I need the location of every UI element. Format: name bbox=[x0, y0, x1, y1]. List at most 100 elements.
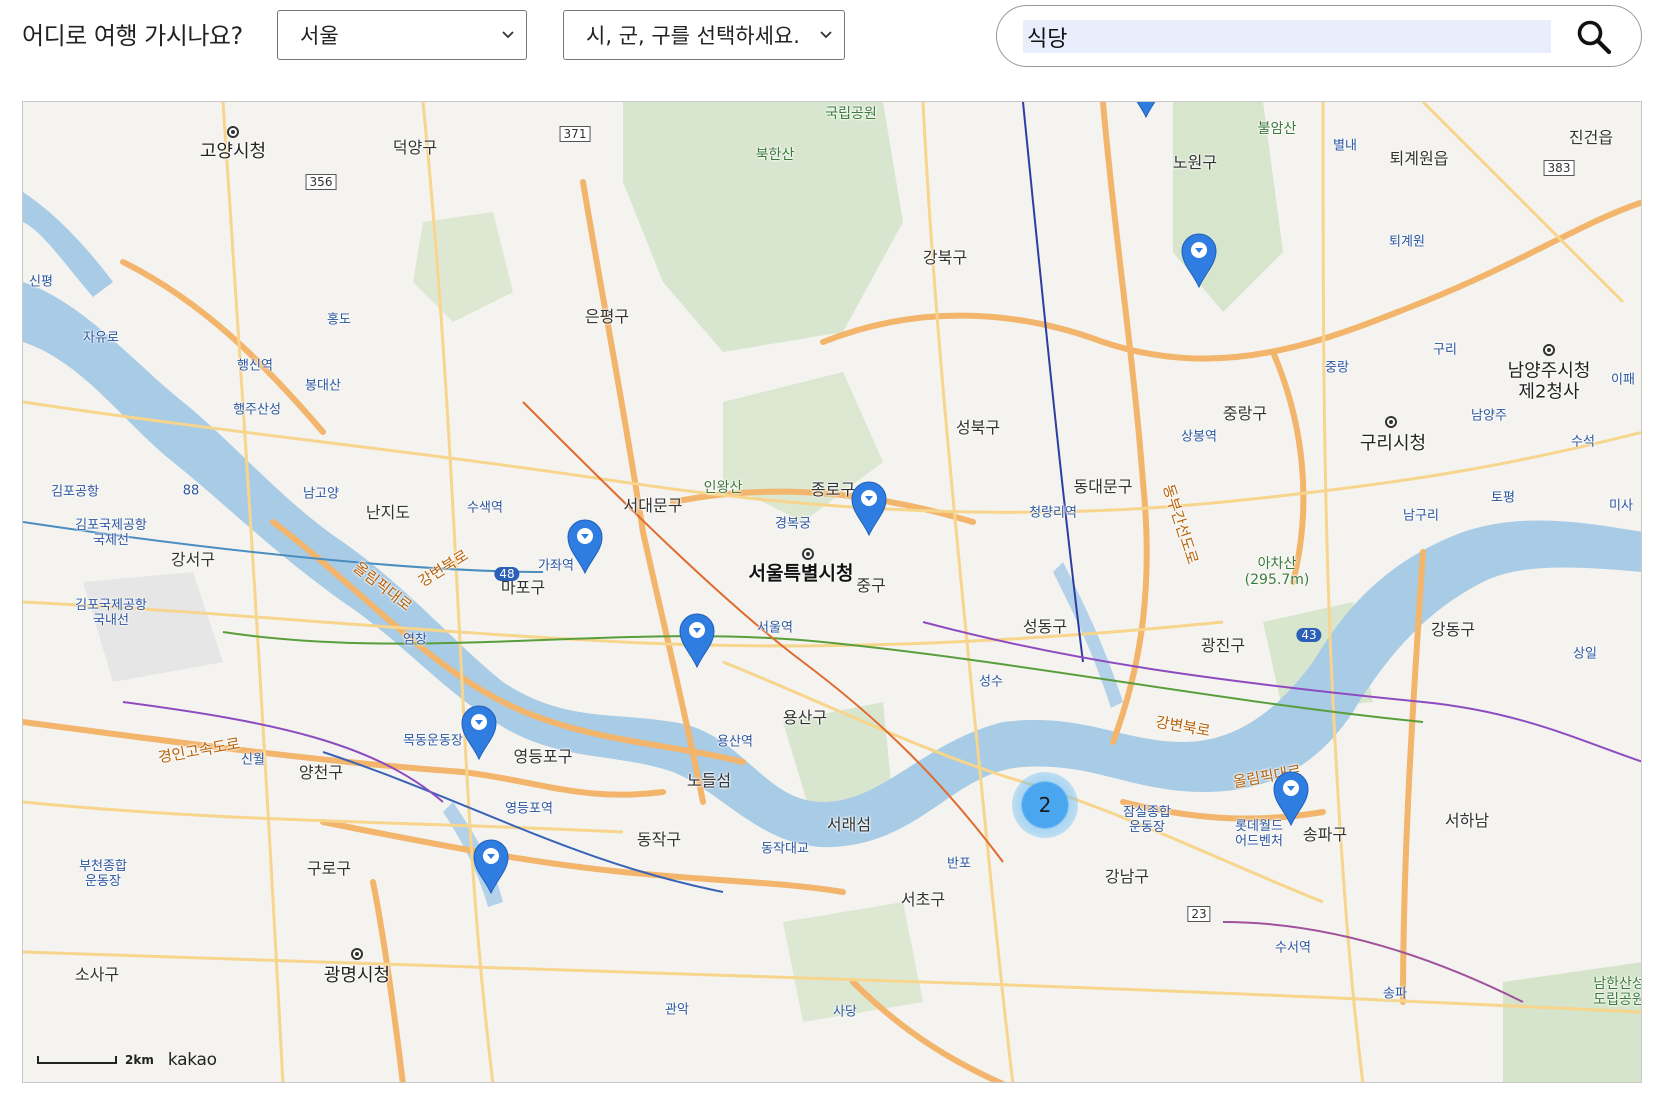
marker-cluster[interactable]: 2 bbox=[1012, 772, 1078, 838]
place-label: 서초구 bbox=[900, 890, 946, 909]
place-label: 김포국제공항 국제선 bbox=[75, 518, 147, 548]
search-input[interactable] bbox=[1023, 20, 1551, 53]
place-label: 구리 bbox=[1433, 342, 1457, 358]
place-label: 남양주 bbox=[1471, 408, 1507, 424]
district-select-value: 시, 군, 구를 선택하세요. bbox=[586, 24, 800, 48]
chevron-down-icon bbox=[820, 31, 832, 39]
cluster-count: 2 bbox=[1038, 793, 1052, 817]
place-label: 중랑구 bbox=[1222, 404, 1268, 423]
city-hall-dot bbox=[1543, 344, 1555, 356]
place-label: 진건읍 bbox=[1568, 128, 1614, 147]
route-shield: 356 bbox=[305, 174, 337, 190]
map-view[interactable]: 고양시청 덕양구 국립공원 북한산 노원구 불암산 퇴계원읍 진건읍 강북구 은… bbox=[22, 101, 1642, 1083]
place-label: 소사구 bbox=[74, 965, 120, 984]
restaurant-marker[interactable] bbox=[566, 518, 604, 574]
restaurant-marker[interactable] bbox=[1180, 232, 1218, 288]
city-hall-dot bbox=[227, 126, 239, 138]
place-label: 성동구 bbox=[1022, 617, 1068, 636]
place-label: 염창 bbox=[403, 632, 427, 648]
place-label: 광명시청 bbox=[323, 965, 391, 986]
top-bar: 어디로 여행 가시나요? 서울 시, 군, 구를 선택하세요. bbox=[0, 0, 1658, 90]
place-label: 김포국제공항 국내선 bbox=[75, 598, 147, 628]
place-label: 국립공원 bbox=[825, 106, 877, 122]
restaurant-marker[interactable] bbox=[460, 704, 498, 760]
place-label: 퇴계원 bbox=[1389, 234, 1425, 250]
place-label: 강남구 bbox=[1104, 867, 1150, 886]
place-label: 영등포구 bbox=[513, 747, 573, 766]
place-label: 퇴계원읍 bbox=[1389, 149, 1449, 168]
restaurant-marker[interactable] bbox=[678, 612, 716, 668]
scale-distance: 2km bbox=[125, 1053, 154, 1067]
city-hall-dot bbox=[351, 948, 363, 960]
destination-question: 어디로 여행 가시나요? bbox=[22, 22, 243, 50]
place-label: 관악 bbox=[665, 1002, 689, 1018]
map-scale: 2km kakao bbox=[37, 1050, 217, 1070]
place-label: 성북구 bbox=[955, 418, 1001, 437]
place-label: 행주산성 bbox=[233, 402, 281, 418]
place-label: 수서역 bbox=[1275, 940, 1311, 956]
place-label: 봉대산 bbox=[305, 378, 341, 394]
place-label: 남고양 bbox=[303, 486, 339, 502]
place-label: 신월 bbox=[241, 752, 265, 768]
place-label: 구로구 bbox=[306, 859, 352, 878]
place-label: 상봉역 bbox=[1181, 429, 1217, 445]
place-label: 잠실종합 운동장 bbox=[1123, 805, 1171, 835]
place-label: 수석 bbox=[1571, 434, 1595, 450]
place-label: 부천종합 운동장 bbox=[79, 859, 127, 889]
place-label: 강서구 bbox=[170, 550, 216, 569]
place-label: 성수 bbox=[979, 674, 1003, 690]
place-label: 덕양구 bbox=[392, 138, 438, 157]
place-label: 동작대교 bbox=[761, 841, 809, 857]
place-label: 신평 bbox=[29, 274, 53, 290]
place-label: 서래섬 bbox=[826, 815, 872, 834]
place-label: 이패 bbox=[1611, 372, 1635, 388]
chevron-down-icon bbox=[502, 31, 514, 39]
restaurant-marker[interactable] bbox=[1127, 101, 1165, 118]
place-label: 목동운동장 bbox=[403, 733, 463, 749]
place-label: 별내 bbox=[1333, 138, 1357, 154]
place-label: 서울역 bbox=[757, 620, 793, 636]
place-label: 중랑 bbox=[1325, 360, 1349, 376]
route-shield: 23 bbox=[1187, 906, 1211, 922]
place-label: 노들섬 bbox=[686, 771, 732, 790]
kakao-logo: kakao bbox=[167, 1050, 217, 1070]
place-label: 서울특별시청 bbox=[748, 562, 854, 585]
search-icon[interactable] bbox=[1575, 18, 1613, 56]
city-hall-dot bbox=[1385, 416, 1397, 428]
place-label: 동대문구 bbox=[1073, 477, 1133, 496]
place-label: 불암산 bbox=[1257, 121, 1297, 137]
place-label: 청량리역 bbox=[1029, 505, 1077, 521]
route-shield: 88 bbox=[182, 483, 200, 499]
place-label: 자유로 bbox=[83, 330, 119, 346]
scale-bar bbox=[37, 1056, 117, 1064]
place-label: 상일 bbox=[1573, 646, 1597, 662]
restaurant-marker[interactable] bbox=[1272, 770, 1310, 826]
city-hall-dot bbox=[802, 548, 814, 560]
restaurant-marker[interactable] bbox=[472, 838, 510, 894]
district-select[interactable]: 시, 군, 구를 선택하세요. bbox=[563, 10, 845, 60]
place-label: 북한산 bbox=[755, 147, 795, 163]
city-select[interactable]: 서울 bbox=[277, 10, 527, 60]
route-shield: 43 bbox=[1296, 628, 1322, 642]
place-label: 난지도 bbox=[365, 503, 411, 522]
city-select-value: 서울 bbox=[300, 24, 339, 48]
place-label: 노원구 bbox=[1172, 153, 1218, 172]
place-label: 은평구 bbox=[584, 307, 630, 326]
place-label: 행신역 bbox=[237, 358, 273, 374]
place-label: 미사 bbox=[1609, 498, 1633, 514]
place-label: 남양주시청 제2청사 bbox=[1507, 360, 1591, 402]
place-label: 송파 bbox=[1383, 986, 1407, 1002]
place-label: 아차산 (295.7m) bbox=[1244, 555, 1310, 588]
place-label: 서하남 bbox=[1444, 811, 1490, 830]
restaurant-marker[interactable] bbox=[850, 480, 888, 536]
place-label: 중구 bbox=[856, 576, 886, 595]
place-label: 반포 bbox=[947, 856, 971, 872]
place-label: 토평 bbox=[1491, 490, 1515, 506]
place-label: 남한산성 도립공원 bbox=[1593, 975, 1642, 1008]
place-label: 강동구 bbox=[1430, 620, 1476, 639]
route-shield: 48 bbox=[494, 567, 520, 581]
place-label: 광진구 bbox=[1200, 636, 1246, 655]
place-label: 구리시청 bbox=[1359, 433, 1427, 454]
place-label: 경복궁 bbox=[775, 516, 811, 532]
place-label: 영등포역 bbox=[505, 801, 553, 817]
